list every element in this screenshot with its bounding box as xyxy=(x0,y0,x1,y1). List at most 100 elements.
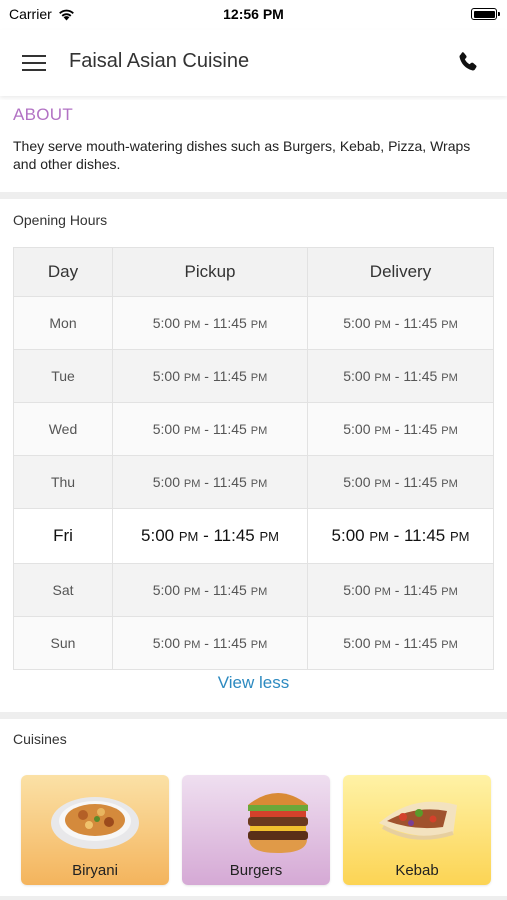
delivery-hours-cell: 5:00 PM - 11:45 PM xyxy=(307,563,494,617)
time-close: 11:45 xyxy=(403,421,438,437)
pickup-hours-cell: 5:00 PM - 11:45 PM xyxy=(112,402,308,456)
cuisine-card-biryani[interactable]: Biryani xyxy=(21,775,169,885)
about-description: They serve mouth-watering dishes such as… xyxy=(13,138,471,172)
cuisine-card-kebab[interactable]: Kebab xyxy=(343,775,491,885)
time-close: 11:45 xyxy=(403,315,438,331)
ampm-open: PM xyxy=(183,372,201,384)
status-bar: Carrier 12:56 PM xyxy=(0,0,507,30)
ampm-close: PM xyxy=(250,319,268,331)
page-title: Faisal Asian Cuisine xyxy=(69,50,250,72)
ampm-close: PM xyxy=(441,425,458,437)
time-open: 5:00 xyxy=(152,474,180,490)
section-divider xyxy=(0,192,507,199)
time-open: 5:00 xyxy=(343,368,371,384)
ampm-open: PM xyxy=(374,425,391,437)
ampm-open: PM xyxy=(183,586,201,598)
time-close: 11:45 xyxy=(213,526,255,545)
pickup-hours-cell: 5:00 PM - 11:45 PM xyxy=(112,455,308,509)
ampm-close: PM xyxy=(250,478,268,490)
ampm-close: PM xyxy=(259,529,279,544)
time-close: 11:45 xyxy=(212,315,247,331)
table-row: Tue 5:00 PM - 11:45 PM 5:00 PM - 11:45 PM xyxy=(13,349,494,403)
ampm-open: PM xyxy=(374,586,391,598)
time-separator: - xyxy=(390,582,404,598)
time-open: 5:00 xyxy=(152,421,180,437)
table-row: Sun 5:00 PM - 11:45 PM 5:00 PM - 11:45 PM xyxy=(13,616,494,670)
opening-hours-table: Day Pickup Delivery Mon 5:00 PM - 11:45 P… xyxy=(13,247,494,670)
battery-icon xyxy=(471,8,500,20)
delivery-hours-cell: 5:00 PM - 11:45 PM xyxy=(307,402,494,456)
time-close: 11:45 xyxy=(403,368,438,384)
time-separator: - xyxy=(198,526,214,545)
ampm-close: PM xyxy=(449,529,470,544)
ampm-close: PM xyxy=(441,639,458,651)
time-separator: - xyxy=(390,635,404,651)
pickup-hours-cell: 5:00 PM - 11:45 PM xyxy=(112,616,308,670)
ampm-close: PM xyxy=(441,478,458,490)
day-cell: Sat xyxy=(13,563,113,617)
ampm-open: PM xyxy=(178,529,199,544)
ampm-open: PM xyxy=(374,639,391,651)
delivery-hours-cell: 5:00 PM - 11:45 PM xyxy=(307,508,494,564)
table-row: Thu 5:00 PM - 11:45 PM 5:00 PM - 11:45 PM xyxy=(13,455,494,509)
cuisines-heading: Cuisines xyxy=(13,731,67,747)
time-open: 5:00 xyxy=(152,368,180,384)
delivery-hours-cell: 5:00 PM - 11:45 PM xyxy=(307,616,494,670)
section-divider xyxy=(0,896,507,900)
time-open: 5:00 xyxy=(343,474,371,490)
ampm-close: PM xyxy=(250,425,268,437)
column-header-day: Day xyxy=(13,247,113,297)
time-separator: - xyxy=(200,474,213,490)
ampm-open: PM xyxy=(183,478,201,490)
view-less-link[interactable]: View less xyxy=(0,673,507,693)
time-open: 5:00 xyxy=(152,635,180,651)
time-close: 11:45 xyxy=(212,635,247,651)
column-header-delivery: Delivery xyxy=(307,247,494,297)
time-open: 5:00 xyxy=(343,635,371,651)
table-row: Mon 5:00 PM - 11:45 PM 5:00 PM - 11:45 PM xyxy=(13,296,494,350)
ampm-open: PM xyxy=(183,639,201,651)
delivery-hours-cell: 5:00 PM - 11:45 PM xyxy=(307,455,494,509)
time-separator: - xyxy=(390,421,404,437)
time-separator: - xyxy=(390,474,404,490)
time-separator: - xyxy=(200,315,213,331)
section-divider xyxy=(0,712,507,719)
hamburger-menu-icon[interactable] xyxy=(22,53,48,73)
opening-hours-heading: Opening Hours xyxy=(13,212,108,228)
table-row: Wed 5:00 PM - 11:45 PM 5:00 PM - 11:45 PM xyxy=(13,402,494,456)
ampm-close: PM xyxy=(441,586,458,598)
table-row: Sat 5:00 PM - 11:45 PM 5:00 PM - 11:45 PM xyxy=(13,563,494,617)
delivery-hours-cell: 5:00 PM - 11:45 PM xyxy=(307,349,494,403)
ampm-close: PM xyxy=(441,319,458,331)
time-open: 5:00 xyxy=(141,526,175,545)
column-header-pickup: Pickup xyxy=(112,247,308,297)
time-close: 11:45 xyxy=(212,582,247,598)
time-open: 5:00 xyxy=(343,421,371,437)
ampm-close: PM xyxy=(441,372,458,384)
day-cell: Sun xyxy=(13,616,113,670)
day-cell: Wed xyxy=(13,402,113,456)
pickup-hours-cell: 5:00 PM - 11:45 PM xyxy=(112,296,308,350)
about-section: ABOUT They serve mouth-watering dishes s… xyxy=(0,100,507,192)
day-cell: Fri xyxy=(13,508,113,564)
time-close: 11:45 xyxy=(403,526,446,545)
ampm-close: PM xyxy=(250,639,268,651)
about-heading: ABOUT xyxy=(13,105,74,124)
status-time: 12:56 PM xyxy=(223,6,284,22)
day-cell: Mon xyxy=(13,296,113,350)
pickup-hours-cell: 5:00 PM - 11:45 PM xyxy=(112,349,308,403)
time-open: 5:00 xyxy=(152,315,180,331)
ampm-close: PM xyxy=(250,586,268,598)
time-close: 11:45 xyxy=(403,474,438,490)
time-close: 11:45 xyxy=(212,421,247,437)
table-header-row: Day Pickup Delivery xyxy=(13,247,494,297)
time-separator: - xyxy=(390,368,404,384)
ampm-open: PM xyxy=(374,372,391,384)
pickup-hours-cell: 5:00 PM - 11:45 PM xyxy=(112,563,308,617)
time-separator: - xyxy=(200,368,213,384)
time-separator: - xyxy=(200,421,213,437)
cuisine-label: Biryani xyxy=(72,862,118,879)
app-header: Faisal Asian Cuisine xyxy=(0,30,507,96)
phone-icon[interactable] xyxy=(455,50,481,76)
cuisine-card-burgers[interactable]: Burgers xyxy=(182,775,330,885)
